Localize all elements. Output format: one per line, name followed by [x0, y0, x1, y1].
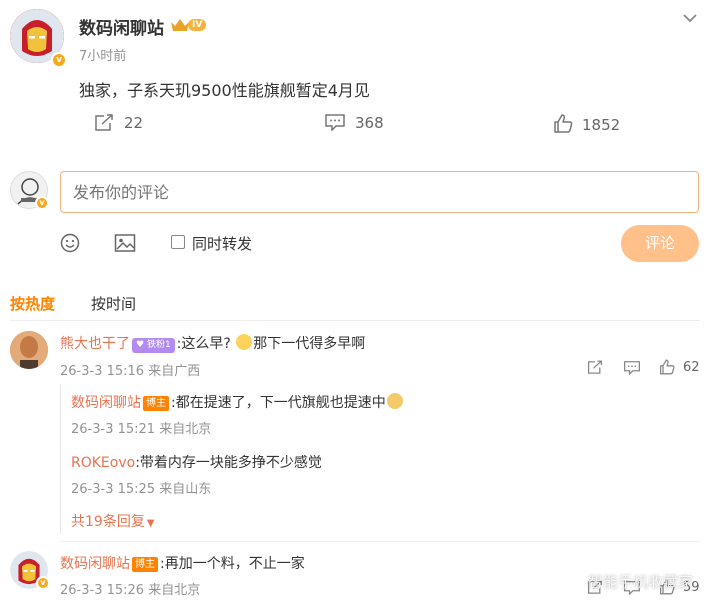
- comment-count[interactable]: 368: [355, 114, 384, 132]
- comment-repost-icon[interactable]: [587, 360, 603, 375]
- comment-input[interactable]: [60, 171, 699, 213]
- like-icon[interactable]: [553, 114, 573, 133]
- reply-meta: 26-3-3 15:25 来自山东: [71, 482, 212, 497]
- doge-emoji-icon: [386, 393, 403, 409]
- repost-icon[interactable]: [94, 114, 114, 132]
- submit-comment-label: 评论: [644, 234, 675, 252]
- post-text: 独家，子系天玑9500性能旗舰暂定4月见: [79, 81, 370, 100]
- reply-meta: 26-3-3 15:21 来自北京: [71, 422, 212, 437]
- image-upload-icon[interactable]: [114, 233, 136, 253]
- fan-level-label: 铁粉1: [146, 340, 171, 350]
- surprised-emoji-icon: [236, 334, 253, 350]
- repost-count[interactable]: 22: [124, 114, 143, 132]
- like-count[interactable]: 1852: [582, 116, 620, 134]
- comment-like-count[interactable]: 62: [683, 360, 700, 375]
- verified-icon: v: [51, 52, 67, 68]
- caret-down-icon: ▼: [146, 518, 155, 529]
- commenter-avatar[interactable]: [10, 331, 48, 369]
- submit-comment-button[interactable]: 评论: [621, 225, 699, 262]
- verified-icon: v: [35, 196, 49, 210]
- reply-author[interactable]: 数码闲聊站: [71, 395, 141, 411]
- emoji-icon[interactable]: [60, 233, 80, 253]
- comment-text-b: 那下一代得多早啊: [253, 336, 366, 352]
- repost-checkbox-label[interactable]: 同时转发: [192, 233, 252, 254]
- chevron-down-icon[interactable]: [682, 12, 698, 24]
- comment-reply-icon[interactable]: [623, 360, 641, 375]
- author-name[interactable]: 数码闲聊站: [79, 14, 164, 39]
- blogger-badge: 博主: [132, 557, 158, 572]
- verified-icon: v: [36, 576, 50, 590]
- comment-text: :再加一个料，不止一家: [160, 556, 305, 572]
- reply-author[interactable]: ROKEovo: [71, 455, 135, 471]
- tab-sort-hot[interactable]: 按热度: [10, 293, 55, 314]
- more-replies-label: 共19条回复: [71, 514, 145, 530]
- comment-line: 熊大也干了 ♥ 铁粉1:这么早? 那下一代得多早啊: [60, 333, 365, 353]
- level-badge: IV: [170, 17, 212, 33]
- comment-meta: 26-3-3 15:16 来自广西: [60, 364, 201, 379]
- comment-icon[interactable]: [324, 113, 346, 131]
- watermark: 智能手机收藏家: [588, 573, 694, 591]
- reply-text: :都在提速了，下一代旗舰也提速中: [171, 395, 386, 411]
- comment-text-a: :这么早?: [176, 336, 231, 352]
- level-badge-label: IV: [188, 19, 207, 31]
- comment-meta: 26-3-3 15:26 来自北京: [60, 583, 201, 598]
- comment-like-icon[interactable]: [659, 359, 675, 375]
- more-replies-link[interactable]: 共19条回复 ▼: [71, 511, 155, 531]
- comment-line: 数码闲聊站 博主:再加一个料，不止一家: [60, 553, 305, 573]
- tabs-divider: [10, 320, 700, 321]
- post-time[interactable]: 7小时前: [79, 45, 126, 64]
- tab-sort-time[interactable]: 按时间: [91, 293, 136, 314]
- comment-divider: [60, 541, 700, 542]
- reply-line: ROKEovo:带着内存一块能多挣不少感觉: [71, 452, 322, 472]
- commenter-name[interactable]: 熊大也干了: [60, 336, 130, 352]
- reply-text: :带着内存一块能多挣不少感觉: [135, 455, 322, 471]
- commenter-name[interactable]: 数码闲聊站: [60, 556, 130, 572]
- repost-checkbox[interactable]: [171, 235, 185, 249]
- blogger-badge: 博主: [143, 396, 169, 411]
- fan-level-badge: ♥ 铁粉1: [132, 338, 175, 353]
- reply-line: 数码闲聊站 博主:都在提速了，下一代旗舰也提速中: [71, 392, 404, 412]
